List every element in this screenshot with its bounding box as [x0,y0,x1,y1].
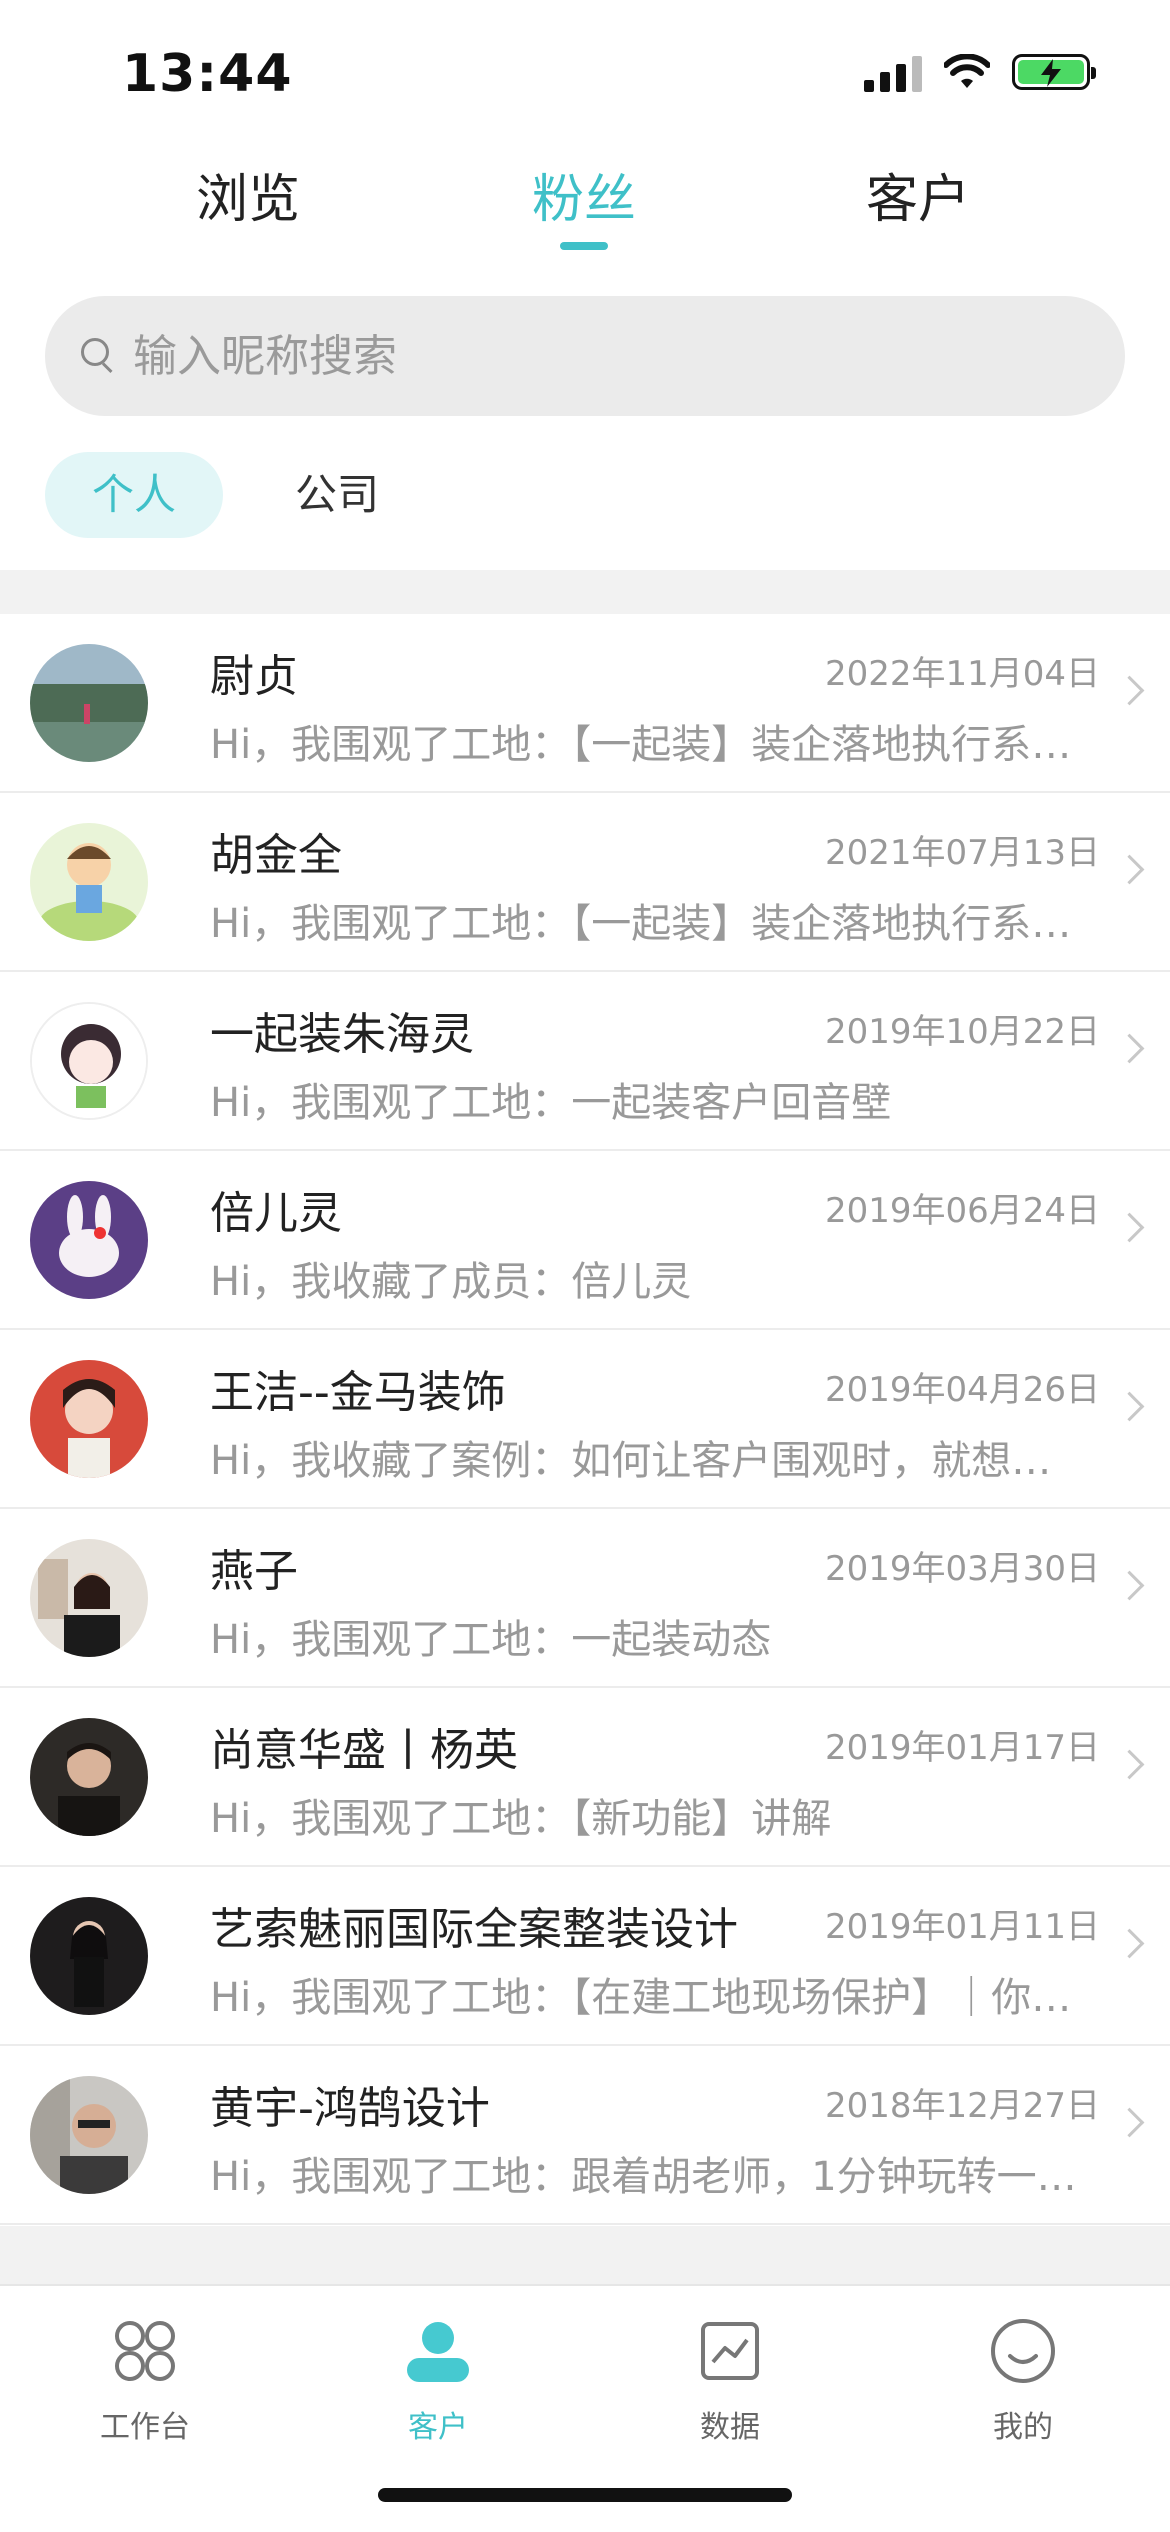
tabbar-label: 数据 [700,2410,760,2445]
list-item[interactable]: 胡金全 2021年07月13日 Hi，我围观了工地：【一起装】装企落地执行系统演… [0,793,1170,972]
fan-message: Hi，我围观了工地：【在建工地现场保护】｜你家的工地 [210,1975,1090,2021]
tabbar-label: 客户 [408,2410,468,2445]
avatar [30,644,148,762]
list-item[interactable]: 尉贞 2022年11月04日 Hi，我围观了工地：【一起装】装企落地执行系统演示 [0,614,1170,793]
list-item[interactable]: 倍儿灵 2019年06月24日 Hi，我收藏了成员：倍儿灵 [0,1151,1170,1330]
fan-date: 2018年12月27日 [824,2086,1100,2126]
fan-date: 2022年11月04日 [824,654,1100,694]
fan-date: 2019年03月30日 [824,1549,1100,1589]
fan-name: 尉贞 [210,651,298,702]
list-item[interactable]: 一起装朱海灵 2019年10月22日 Hi，我围观了工地：一起装客户回音壁 [0,972,1170,1151]
list-item[interactable]: 艺索魅丽国际全案整装设计 2019年01月11日 Hi，我围观了工地：【在建工地… [0,1867,1170,2046]
avatar [30,1002,148,1120]
tabbar-label: 我的 [993,2410,1053,2445]
tabbar-label: 工作台 [100,2410,190,2445]
fans-list: 尉贞 2022年11月04日 Hi，我围观了工地：【一起装】装企落地执行系统演示… [0,614,1170,2225]
fan-message: Hi，我围观了工地：【一起装】装企落地执行系统演示 [210,901,1090,947]
list-footer-band [0,2226,1170,2284]
fan-message: Hi，我围观了工地：【新功能】讲解 [210,1796,832,1842]
avatar [30,1718,148,1836]
avatar [30,1181,148,1299]
fan-name: 一起装朱海灵 [210,1009,474,1060]
section-divider [0,570,1170,614]
tabbar-mine[interactable]: 我的 [923,2316,1123,2446]
chevron-right-icon [1114,1928,1145,1959]
fan-date: 2019年04月26日 [824,1370,1100,1410]
wifi-icon [944,54,990,88]
filter-personal[interactable]: 个人 [45,452,223,538]
fan-name: 王洁--金马装饰 [210,1367,506,1418]
avatar [30,1539,148,1657]
avatar [30,1360,148,1478]
chevron-right-icon [1114,675,1145,706]
tabbar-data[interactable]: 数据 [630,2316,830,2446]
list-item[interactable]: 黄宇-鸿鹄设计 2018年12月27日 Hi，我围观了工地：跟着胡老师，1分钟玩… [0,2046,1170,2225]
fan-message: Hi，我围观了工地：一起装动态 [210,1617,772,1663]
status-bar: 13:44 [0,0,1170,140]
person-icon [403,2316,473,2386]
top-tabs: 浏览 粉丝 客户 [0,150,1170,260]
chevron-right-icon [1114,1212,1145,1243]
list-item[interactable]: 尚意华盛丨杨英 2019年01月17日 Hi，我围观了工地：【新功能】讲解 [0,1688,1170,1867]
avatar [30,2076,148,2194]
chevron-right-icon [1114,2107,1145,2138]
fan-date: 2019年01月11日 [824,1907,1100,1947]
fan-name: 艺索魅丽国际全案整装设计 [210,1904,738,1955]
tab-browse[interactable]: 浏览 [148,150,348,250]
fan-date: 2019年10月22日 [824,1012,1100,1052]
tabbar-workbench[interactable]: 工作台 [45,2316,245,2446]
fan-name: 尚意华盛丨杨英 [210,1725,518,1776]
active-tab-indicator [560,242,608,250]
tab-fans[interactable]: 粉丝 [484,150,684,250]
chevron-right-icon [1114,1570,1145,1601]
smiley-icon [988,2316,1058,2386]
list-item[interactable]: 王洁--金马装饰 2019年04月26日 Hi，我收藏了案例：如何让客户围观时，… [0,1330,1170,1509]
fan-name: 倍儿灵 [210,1188,342,1239]
chevron-right-icon [1114,1391,1145,1422]
tab-customers[interactable]: 客户 [818,150,1018,250]
fan-message: Hi，我围观了工地：一起装客户回音壁 [210,1080,892,1126]
battery-charging-icon [1012,54,1096,90]
avatar [30,1897,148,2015]
grid-icon [110,2316,180,2386]
fan-message: Hi，我收藏了案例：如何让客户围观时，就想签约 [210,1438,1090,1484]
list-item[interactable]: 燕子 2019年03月30日 Hi，我围观了工地：一起装动态 [0,1509,1170,1688]
fan-message: Hi，我收藏了成员：倍儿灵 [210,1259,692,1305]
status-icons [864,52,1096,92]
cellular-signal-icon [864,52,922,92]
fan-name: 黄宇-鸿鹄设计 [210,2083,490,2134]
chevron-right-icon [1114,854,1145,885]
chevron-right-icon [1114,1033,1145,1064]
search-icon [75,332,123,380]
chart-icon [695,2316,765,2386]
fan-message: Hi，我围观了工地：【一起装】装企落地执行系统演示 [210,722,1090,768]
fan-date: 2019年06月24日 [824,1191,1100,1231]
fan-date: 2021年07月13日 [824,833,1100,873]
fan-name: 胡金全 [210,830,342,881]
home-indicator[interactable] [378,2488,792,2502]
avatar [30,823,148,941]
filter-company[interactable]: 公司 [262,452,412,538]
fan-date: 2019年01月17日 [824,1728,1100,1768]
search-bar[interactable] [45,296,1125,416]
chevron-right-icon [1114,1749,1145,1780]
status-time: 13:44 [122,44,293,104]
tab-fans-label: 粉丝 [531,170,636,230]
fan-name: 燕子 [210,1546,298,1597]
search-input[interactable] [131,329,1035,383]
tabbar-customers[interactable]: 客户 [338,2316,538,2446]
fan-message: Hi，我围观了工地：跟着胡老师，1分钟玩转一起装 [210,2154,1090,2200]
